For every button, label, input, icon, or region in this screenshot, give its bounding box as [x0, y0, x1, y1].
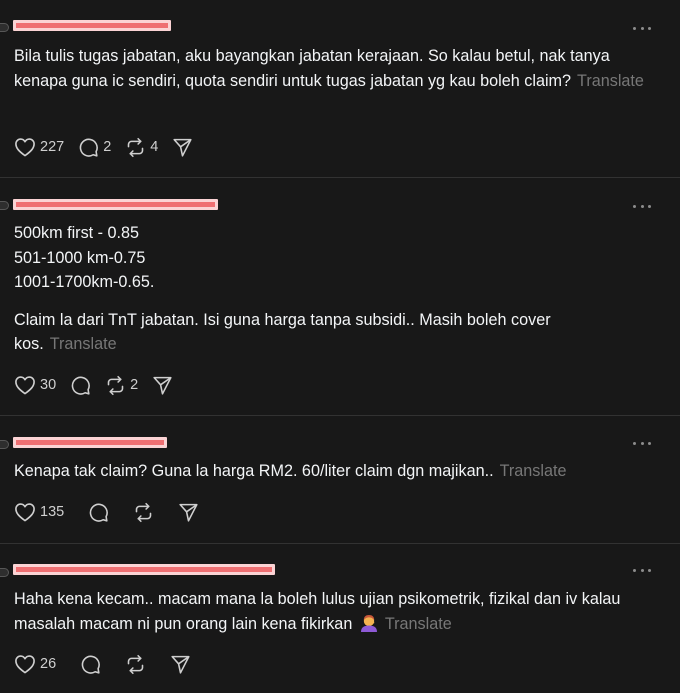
send-icon — [153, 376, 172, 395]
post-text-line: 500km first - 0.85 — [14, 224, 140, 242]
post-text-line: Bila tulis tugas jabatan, aku bayangkan … — [14, 47, 610, 90]
repost-button[interactable]: 4 — [125, 137, 158, 158]
send-icon — [171, 655, 190, 674]
thread-feed: Bila tulis tugas jabatan, aku bayangkan … — [0, 0, 680, 693]
comment-icon — [89, 503, 109, 522]
translate-link[interactable]: Translate — [577, 72, 644, 90]
like-count: 135 — [40, 504, 65, 520]
username-redacted[interactable] — [13, 437, 167, 448]
share-button[interactable] — [172, 137, 193, 158]
post-text-line: Kenapa tak claim? Guna la harga RM2. 60/… — [14, 462, 494, 480]
like-button[interactable]: 30 — [14, 375, 56, 395]
heart-icon — [15, 655, 35, 674]
post-1: Bila tulis tugas jabatan, aku bayangkan … — [0, 0, 680, 178]
translate-link[interactable]: Translate — [385, 615, 452, 633]
translate-link[interactable]: Translate — [500, 462, 567, 480]
username-redacted[interactable] — [13, 564, 275, 575]
post-4: Haha kena kecam.. macam mana la boleh lu… — [0, 544, 680, 693]
like-button[interactable]: 26 — [14, 654, 56, 674]
reply-button[interactable] — [80, 654, 101, 675]
repost-button[interactable]: 2 — [105, 375, 138, 396]
avatar[interactable] — [0, 568, 9, 577]
post-2: 500km first - 0.85 501-1000 km-0.75 1001… — [0, 178, 680, 416]
comment-icon — [81, 655, 101, 674]
repost-button[interactable] — [133, 502, 154, 523]
avatar[interactable] — [0, 201, 9, 210]
repost-count: 4 — [150, 139, 159, 155]
action-bar: 26 — [14, 652, 205, 676]
repost-icon — [107, 375, 124, 395]
comment-icon — [79, 138, 99, 157]
action-bar: 30 2 — [14, 373, 187, 397]
send-icon — [179, 503, 198, 522]
repost-icon — [127, 654, 144, 674]
heart-icon — [15, 376, 35, 395]
username-redacted[interactable] — [13, 199, 218, 210]
post-text: Bila tulis tugas jabatan, aku bayangkan … — [14, 44, 644, 93]
like-count: 227 — [40, 139, 65, 155]
repost-button[interactable] — [125, 654, 146, 675]
post-text-line: 1001-1700km-0.65. — [14, 273, 155, 291]
heart-icon — [15, 503, 35, 522]
avatar[interactable] — [0, 440, 9, 449]
more-options-icon[interactable] — [633, 201, 651, 211]
action-bar: 135 — [14, 500, 213, 524]
post-3: Kenapa tak claim? Guna la harga RM2. 60/… — [0, 416, 680, 544]
post-text-line: 501-1000 km-0.75 — [14, 248, 146, 267]
reply-count: 2 — [103, 139, 112, 155]
like-button[interactable]: 135 — [14, 502, 64, 522]
more-options-icon[interactable] — [633, 23, 651, 33]
repost-icon — [127, 137, 144, 157]
person-facepalming-emoji — [359, 614, 379, 632]
share-button[interactable] — [178, 502, 199, 523]
heart-icon — [15, 138, 35, 157]
reply-button[interactable]: 2 — [78, 137, 111, 158]
avatar[interactable] — [0, 23, 9, 32]
send-icon — [173, 138, 192, 157]
post-text-line: Haha kena kecam.. macam mana la boleh lu… — [14, 590, 621, 633]
post-text: 500km first - 0.85 501-1000 km-0.75 1001… — [14, 221, 644, 357]
username-redacted[interactable] — [13, 20, 171, 31]
repost-count: 2 — [130, 377, 139, 393]
post-text: Haha kena kecam.. macam mana la boleh lu… — [14, 587, 644, 636]
like-count: 26 — [40, 656, 57, 672]
translate-link[interactable]: Translate — [50, 335, 117, 353]
more-options-icon[interactable] — [633, 438, 651, 448]
reply-button[interactable] — [88, 502, 109, 523]
like-button[interactable]: 227 — [14, 137, 64, 157]
repost-icon — [135, 502, 152, 522]
more-options-icon[interactable] — [633, 565, 651, 575]
action-bar: 227 2 4 — [14, 135, 207, 159]
post-text: Kenapa tak claim? Guna la harga RM2. 60/… — [14, 459, 644, 484]
comment-icon — [71, 376, 91, 395]
reply-button[interactable] — [70, 375, 91, 396]
share-button[interactable] — [152, 375, 173, 396]
share-button[interactable] — [170, 654, 191, 675]
like-count: 30 — [40, 377, 57, 393]
